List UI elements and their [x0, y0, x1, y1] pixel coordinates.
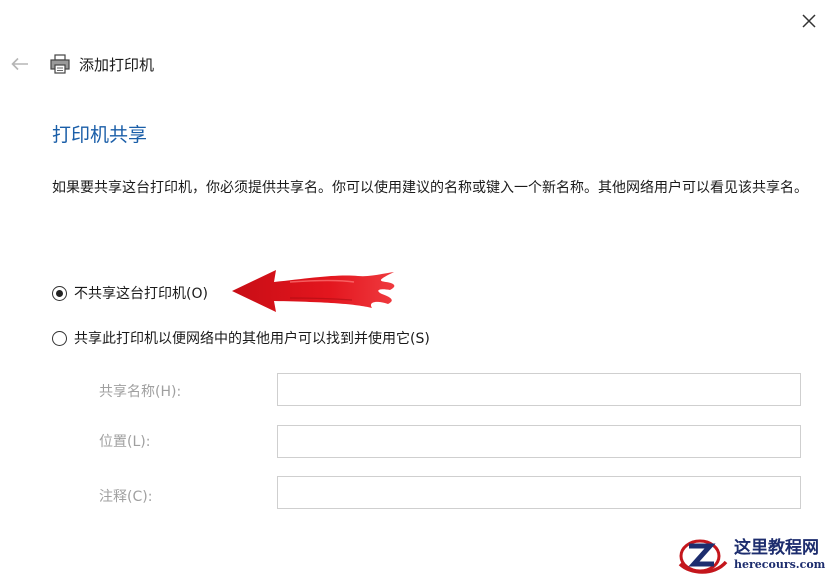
back-button[interactable] [6, 50, 34, 78]
page-title: 打印机共享 [52, 124, 148, 146]
radio-no-share[interactable]: 不共享这台打印机(O) [52, 283, 208, 303]
watermark-site-name: 这里教程网 [734, 537, 819, 558]
red-arrow-annotation [232, 270, 395, 312]
share-name-input[interactable] [277, 373, 801, 406]
comment-label: 注释(C): [99, 489, 153, 505]
add-printer-dialog: 添加打印机 打印机共享 如果要共享这台打印机，你必须提供共享名。你可以使用建议的… [0, 0, 826, 577]
close-icon [802, 14, 816, 28]
radio-share[interactable]: 共享此打印机以便网络中的其他用户可以找到并使用它(S) [52, 328, 430, 348]
radio-no-share-label: 不共享这台打印机(O) [74, 286, 208, 302]
location-label: 位置(L): [99, 434, 151, 450]
watermark-site-url: herecours.com [734, 557, 826, 571]
window-title: 添加打印机 [79, 56, 155, 74]
share-name-label: 共享名称(H): [99, 384, 182, 400]
radio-share-label: 共享此打印机以便网络中的其他用户可以找到并使用它(S) [74, 331, 430, 347]
radio-selected-icon [52, 285, 67, 301]
close-button[interactable] [794, 6, 824, 36]
site-watermark: 这里教程网 herecours.com [676, 532, 826, 577]
radio-unselected-icon [52, 330, 67, 346]
printer-icon [50, 54, 70, 74]
watermark-logo-icon [678, 539, 728, 574]
location-input[interactable] [277, 425, 801, 458]
back-arrow-icon [11, 57, 28, 71]
comment-input[interactable] [277, 476, 801, 509]
description-text: 如果要共享这台打印机，你必须提供共享名。你可以使用建议的名称或键入一个新名称。其… [52, 180, 808, 196]
